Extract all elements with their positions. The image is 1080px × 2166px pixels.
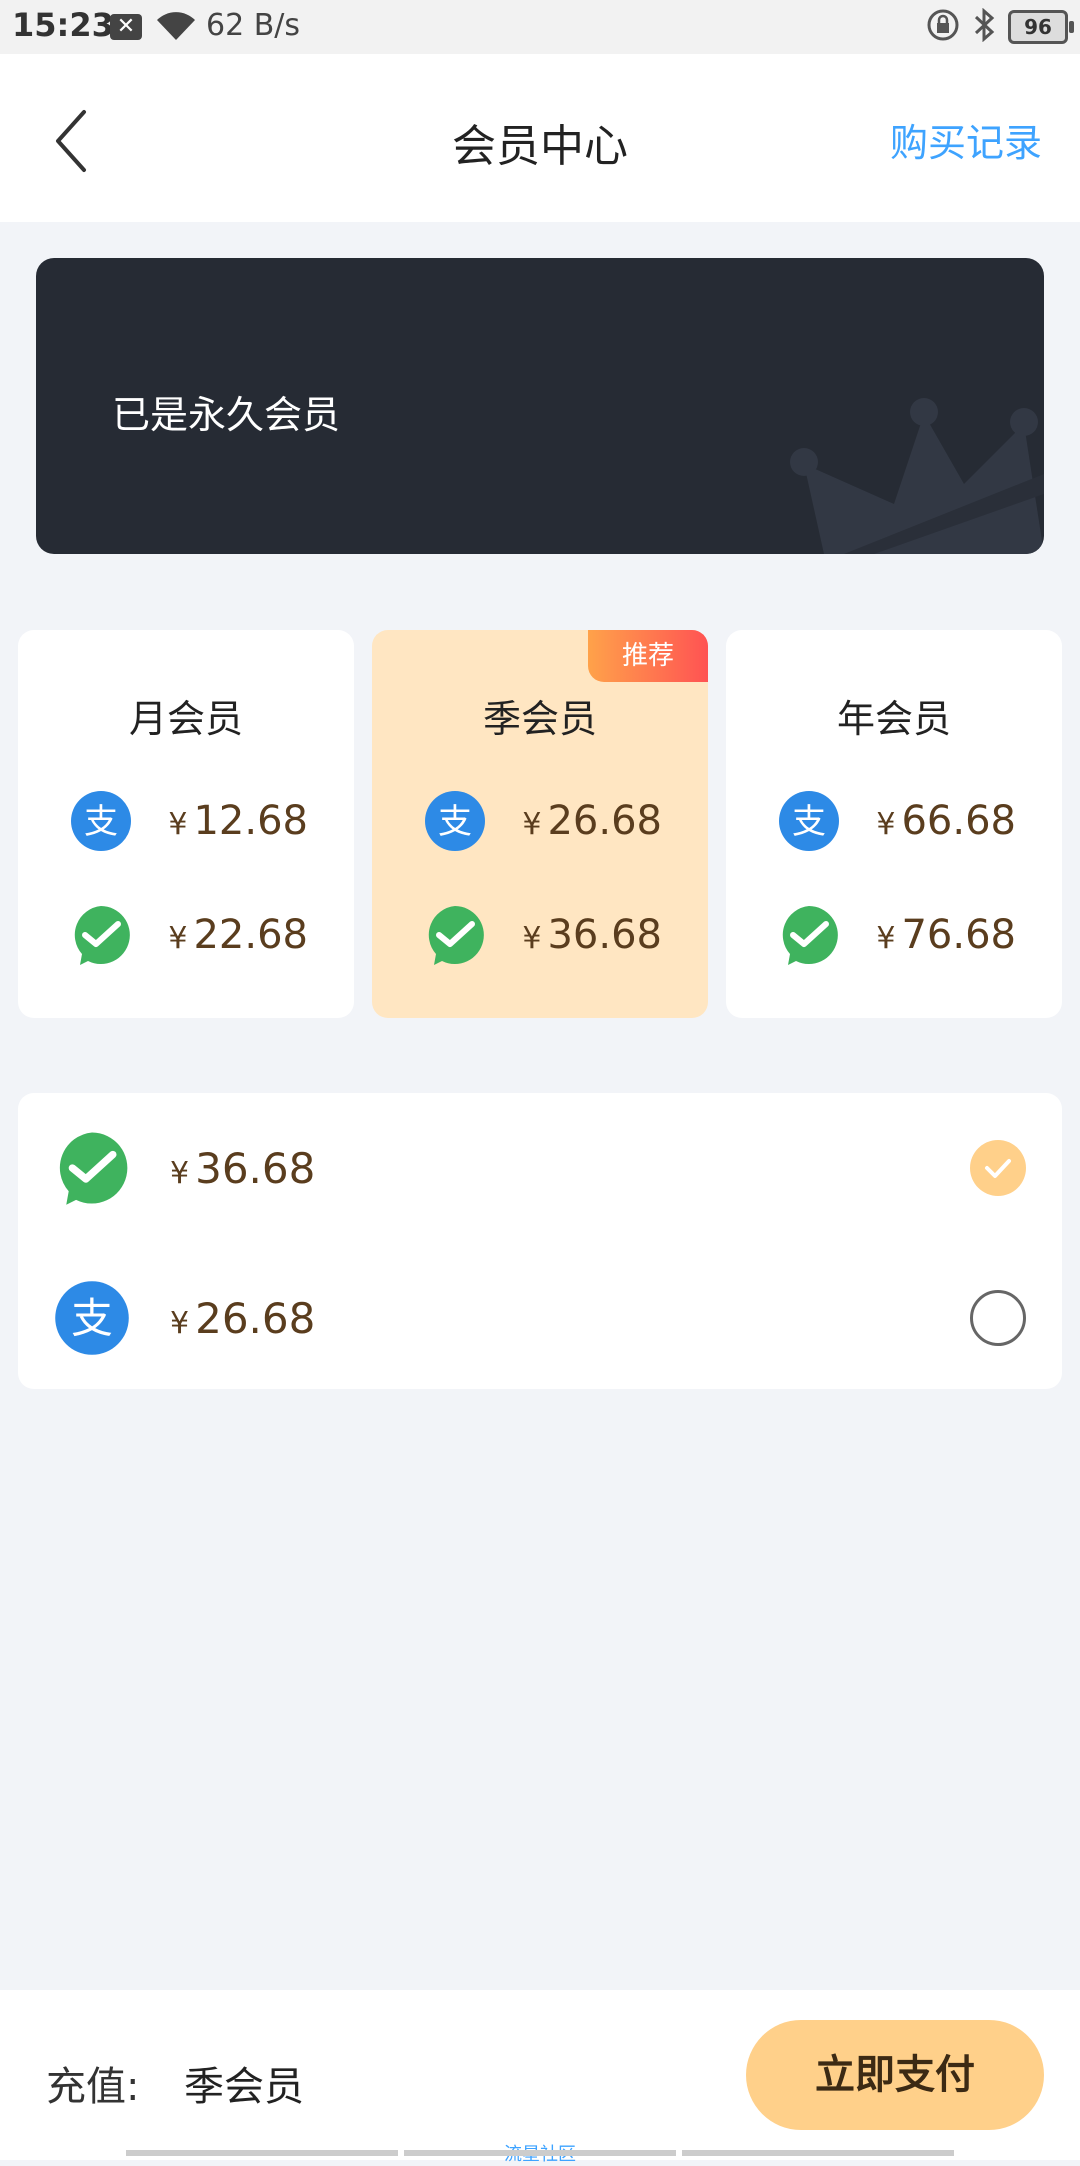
plan-name: 季会员 [482, 697, 597, 741]
bluetooth-icon [972, 7, 996, 46]
plan-alipay-price: 66.68 [901, 798, 1016, 844]
plan-wechat-row: ¥36.68 [424, 902, 688, 968]
wifi-icon [155, 8, 197, 46]
gesture-bar [126, 2150, 954, 2156]
selected-check-icon[interactable] [970, 1140, 1026, 1196]
purchase-records-link[interactable]: 购买记录 [890, 112, 1042, 167]
charge-label: 充值: [46, 2064, 140, 2110]
wechat-pay-icon [782, 906, 838, 965]
network-speed: 62 B/s [206, 8, 301, 43]
membership-status-text: 已是永久会员 [112, 393, 341, 437]
plan-card-monthly[interactable]: 月会员 支 ¥12.68 ¥22.68 [18, 630, 354, 1018]
plan-alipay-price: 26.68 [547, 798, 662, 844]
checkout-bar: 充值: 季会员 立即支付 [0, 1990, 1080, 2160]
alipay-icon: 支 [425, 791, 485, 851]
svg-text:支: 支 [84, 802, 118, 842]
plan-wechat-price: 22.68 [193, 912, 308, 958]
lock-rotation-icon [926, 8, 960, 46]
plan-alipay-row: 支 ¥12.68 [70, 788, 334, 854]
pay-now-button[interactable]: 立即支付 [746, 2020, 1044, 2130]
plan-wechat-row: ¥76.68 [778, 902, 1042, 968]
status-bar: 15:23 ✕ 62 B/s 96 [0, 0, 1080, 54]
alipay-icon: 支 [55, 1281, 129, 1355]
plan-wechat-price: 76.68 [901, 912, 1016, 958]
payment-method-list: ¥36.68 支 ¥26.68 [18, 1093, 1062, 1389]
plan-alipay-row: 支 ¥26.68 [424, 788, 688, 854]
recommend-badge: 推荐 [588, 630, 708, 682]
battery-icon: 96 [1008, 10, 1074, 44]
charge-plan-value: 季会员 [184, 2064, 304, 2110]
wechat-pay-icon [74, 906, 130, 965]
notification-icon: ✕ [110, 14, 142, 40]
wechat-pay-icon [59, 1132, 128, 1205]
plan-wechat-price: 36.68 [547, 912, 662, 958]
svg-text:支: 支 [438, 802, 472, 842]
payment-option-wechat[interactable]: ¥36.68 [18, 1093, 1062, 1243]
plan-name: 年会员 [836, 697, 951, 741]
unselected-radio-icon[interactable] [970, 1290, 1026, 1346]
payment-price: 36.68 [195, 1143, 316, 1193]
payment-price: 26.68 [195, 1293, 316, 1343]
alipay-icon: 支 [71, 791, 131, 851]
crown-icon [790, 398, 1044, 554]
membership-banner: 已是永久会员 [36, 258, 1044, 554]
status-time: 15:23 [12, 6, 114, 44]
header-bar: 会员中心 购买记录 [0, 54, 1080, 222]
plan-card-yearly[interactable]: 年会员 支 ¥66.68 ¥76.68 [726, 630, 1062, 1018]
plan-cards: 月会员 支 ¥12.68 ¥22.68 推荐 季会员 支 ¥26.68 ¥36.… [18, 630, 1062, 1018]
plan-wechat-row: ¥22.68 [70, 902, 334, 968]
wechat-pay-icon [428, 906, 484, 965]
plan-card-quarterly[interactable]: 推荐 季会员 支 ¥26.68 ¥36.68 [372, 630, 708, 1018]
svg-text:支: 支 [792, 802, 826, 842]
plan-alipay-price: 12.68 [193, 798, 308, 844]
plan-name: 月会员 [128, 697, 243, 741]
svg-text:支: 支 [71, 1294, 113, 1343]
alipay-icon: 支 [779, 791, 839, 851]
plan-alipay-row: 支 ¥66.68 [778, 788, 1042, 854]
payment-option-alipay[interactable]: 支 ¥26.68 [18, 1243, 1062, 1393]
